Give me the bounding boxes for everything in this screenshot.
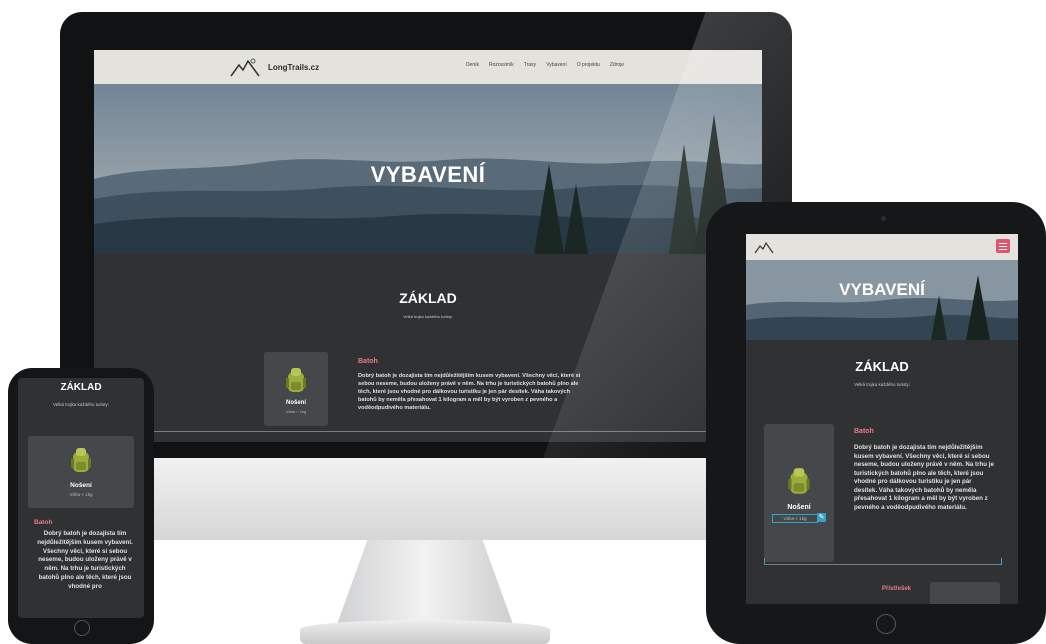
weight-field[interactable]: Váha < 1kg: [772, 514, 818, 523]
phone-screen: ZÁKLAD Velká trojka každého turisty: Noš…: [18, 378, 144, 618]
home-button[interactable]: [876, 614, 896, 634]
backpack-icon: [788, 468, 810, 494]
section-subtitle: Velká trojka každého turisty:: [52, 402, 110, 407]
nav-link-trasy[interactable]: Trasy: [524, 62, 536, 68]
card-weight: Váha < 1kg: [285, 409, 307, 414]
monitor-chin: [60, 458, 792, 540]
divider: [764, 564, 1000, 565]
nav-links: Deník Rozcestník Trasy Vybavení O projek…: [466, 62, 624, 68]
item-description: Dobrý batoh je dozajista tím nejdůležitě…: [37, 530, 133, 590]
card-title: Nošení: [285, 400, 306, 406]
card-weight: Váha < 1kg: [69, 492, 93, 497]
logo[interactable]: LongTrails.cz: [230, 56, 319, 78]
nav-link-denik[interactable]: Deník: [466, 62, 479, 68]
item-description: Dobrý batoh je dozajista tím nejdůležitě…: [854, 444, 994, 511]
tablet-hero-banner: VYBAVENÍ: [746, 260, 1018, 340]
item-description: Dobrý batoh je dozajista tím nejdůležitě…: [358, 373, 581, 412]
home-button[interactable]: [74, 620, 90, 636]
gear-card-noseni[interactable]: Nošení Váha < 1kg ✎: [764, 424, 834, 562]
backpack-icon: [286, 368, 306, 392]
phone-device: ZÁKLAD Velká trojka každého turisty: Noš…: [8, 368, 154, 644]
item-title: Batoh: [34, 519, 53, 526]
monitor-stand: [335, 540, 515, 630]
desktop-monitor: LongTrails.cz Deník Rozcestník Trasy Vyb…: [60, 12, 792, 482]
tablet-navbar: [746, 234, 1018, 260]
edit-icon[interactable]: ✎: [817, 513, 826, 522]
navbar: LongTrails.cz Deník Rozcestník Trasy Vyb…: [94, 50, 762, 84]
section-title: ZÁKLAD: [855, 359, 909, 374]
item-title: Batoh: [854, 428, 874, 435]
brand-name: LongTrails.cz: [268, 62, 320, 72]
backpack-icon: [71, 448, 91, 472]
section-title: ZÁKLAD: [60, 382, 102, 393]
nav-link-o-projektu[interactable]: O projektu: [577, 62, 600, 68]
card-title: Nošení: [787, 504, 811, 511]
hamburger-icon[interactable]: [996, 239, 1010, 253]
item-title: Batoh: [358, 358, 378, 365]
gear-card-noseni[interactable]: Nošení Váha < 1kg: [28, 436, 134, 508]
nav-link-rozcestnik[interactable]: Rozcestník: [489, 62, 514, 68]
tablet-screen: VYBAVENÍ ZÁKLAD Velká trojka každého tur…: [746, 234, 1018, 604]
card-title: Nošení: [70, 482, 92, 489]
mountain-logo-icon: [230, 58, 260, 77]
section-subtitle: Velká trojka každého turisty:: [853, 382, 911, 387]
mountain-logo-icon[interactable]: [754, 240, 774, 254]
gear-card-noseni[interactable]: Nošení Váha < 1kg: [264, 352, 328, 426]
next-item-title: Přístřešek: [882, 586, 912, 592]
tablet-device: VYBAVENÍ ZÁKLAD Velká trojka každého tur…: [706, 202, 1046, 644]
hero-title: VYBAVENÍ: [839, 280, 925, 299]
mountain-landscape-image: [746, 260, 1018, 340]
nav-link-zdroje[interactable]: Zdroje: [610, 62, 624, 68]
nav-link-vybaveni[interactable]: Vybavení: [546, 62, 567, 68]
camera-icon: [881, 216, 886, 221]
gear-card-pristresek[interactable]: [930, 582, 1000, 604]
monitor-stand-base: [300, 620, 550, 644]
